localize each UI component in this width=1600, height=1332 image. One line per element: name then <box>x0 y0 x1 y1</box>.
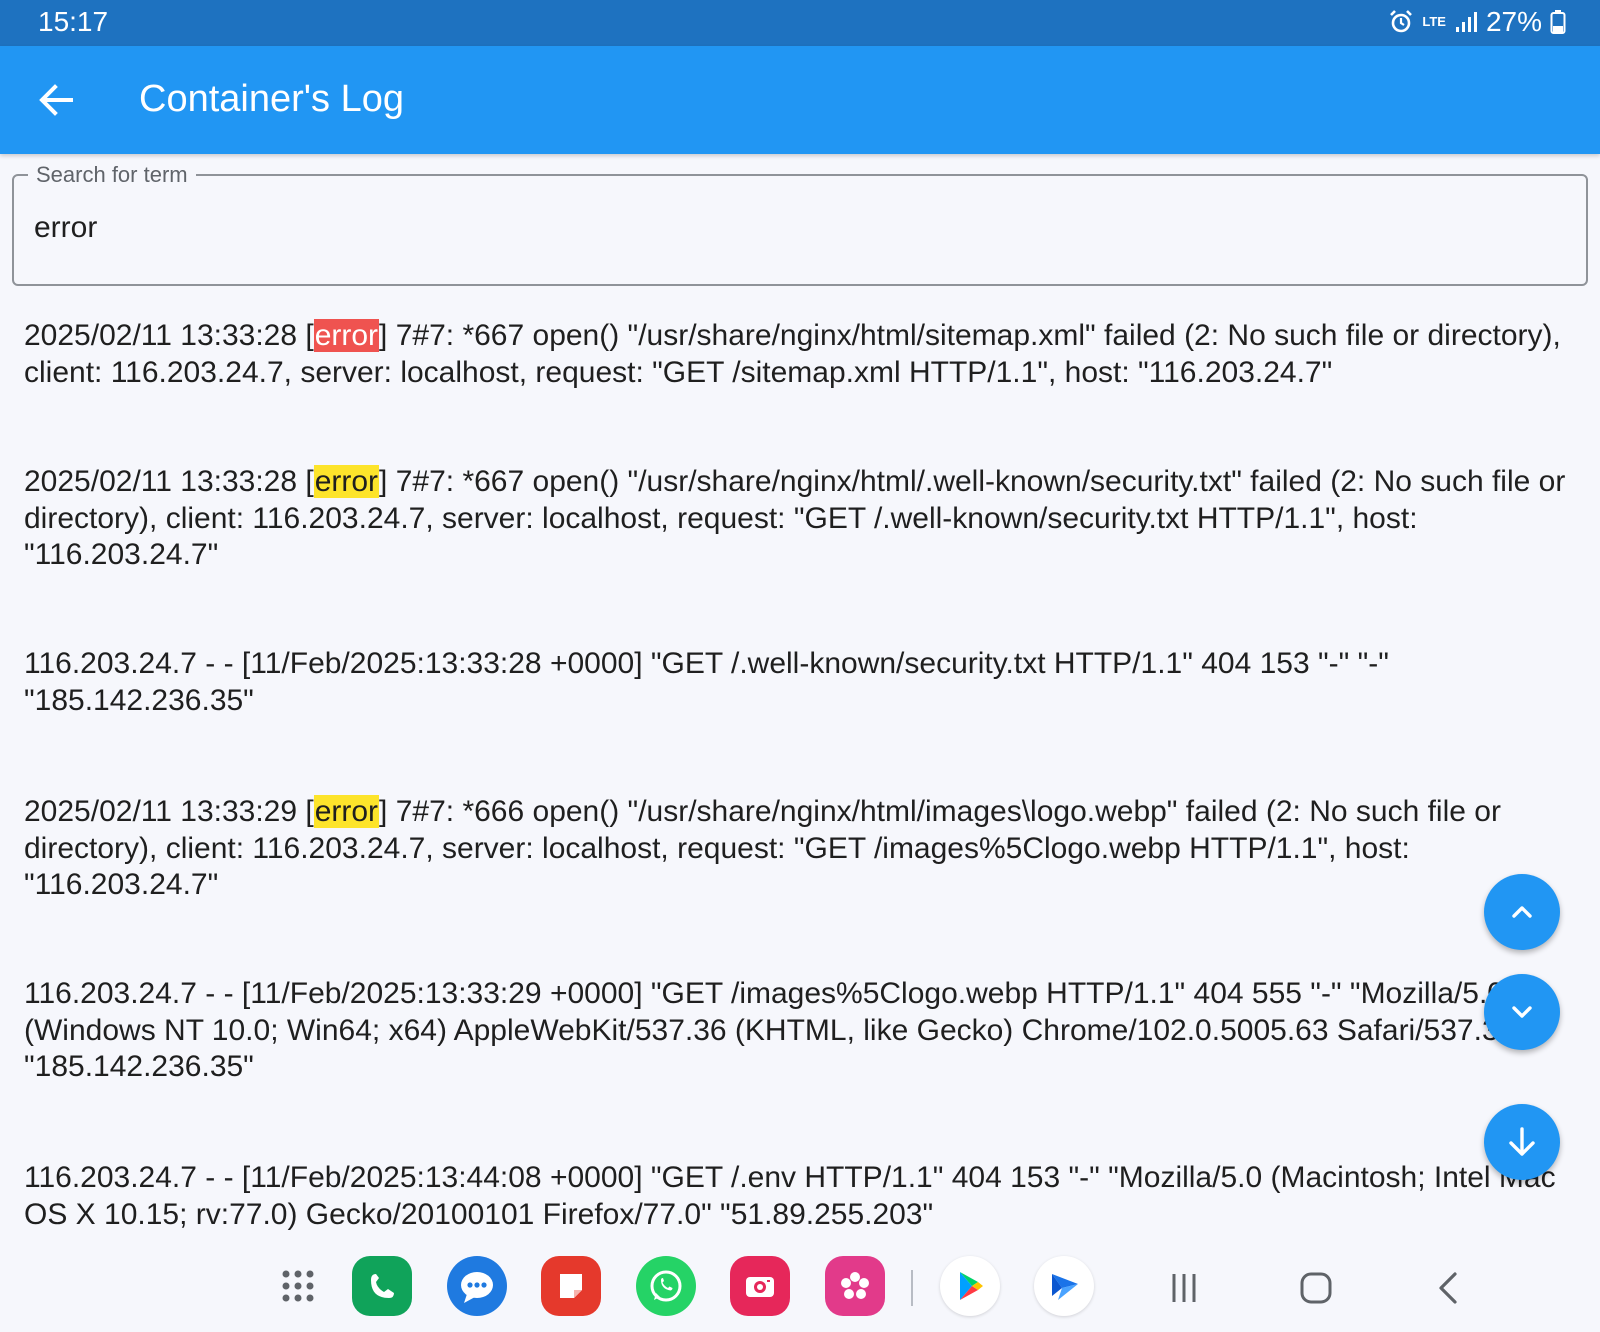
status-indicators: LTE 27% <box>1380 6 1566 38</box>
status-time: 15:17 <box>38 6 109 37</box>
battery-level: 27% <box>1485 6 1542 37</box>
next-match-button[interactable] <box>1484 974 1560 1050</box>
recents-icon <box>1172 1274 1196 1302</box>
scroll-to-bottom-button[interactable] <box>1484 1104 1560 1180</box>
log-entry: 2025/02/11 13:33:28 [error] 7#7: *667 op… <box>24 318 1576 391</box>
back-button[interactable] <box>30 74 82 126</box>
screen: 15:17 LTE 27% Container's Log Search for… <box>0 0 1600 1332</box>
chevron-down-icon <box>1512 1006 1532 1018</box>
search-label: Search for term <box>28 162 196 188</box>
taskbar-divider <box>911 1270 913 1306</box>
notes-app[interactable] <box>541 1256 601 1316</box>
play-store-app[interactable] <box>940 1256 1000 1316</box>
log-entry: 2025/02/11 13:33:29 [error] 7#7: *666 op… <box>24 794 1576 904</box>
back-nav-icon <box>1439 1272 1457 1304</box>
whatsapp-app-icon <box>650 1270 682 1302</box>
lte-icon: LTE <box>1422 14 1446 29</box>
log-list[interactable]: 2025/02/11 13:33:28 [error] 7#7: *667 op… <box>0 300 1600 1240</box>
gallery-app-icon <box>841 1272 869 1299</box>
gallery-app[interactable] <box>825 1256 885 1316</box>
log-entry: 116.203.24.7 - - [11/Feb/2025:13:44:08 +… <box>24 1160 1576 1233</box>
log-entry: 116.203.24.7 - - [11/Feb/2025:13:33:29 +… <box>24 976 1576 1086</box>
log-text: 116.203.24.7 - - [11/Feb/2025:13:44:08 +… <box>24 1161 1556 1231</box>
log-text: 116.203.24.7 - - [11/Feb/2025:13:33:29 +… <box>24 977 1526 1083</box>
chevron-up-icon <box>1512 906 1532 918</box>
search-highlight-current: error <box>313 319 380 352</box>
phone-app-icon <box>371 1274 394 1298</box>
camera-app[interactable] <box>730 1256 790 1316</box>
messages-app[interactable] <box>447 1256 507 1316</box>
app-bar: Container's Log <box>0 46 1600 154</box>
log-text: 2025/02/11 13:33:28 [ <box>24 319 314 352</box>
page-title: Container's Log <box>139 78 404 120</box>
battery-icon <box>1550 9 1566 35</box>
play-store-app-icon <box>960 1272 983 1300</box>
search-highlight: error <box>313 465 380 498</box>
home-icon <box>1300 1272 1332 1304</box>
apps-grid-icon <box>282 1270 314 1302</box>
back-nav-button[interactable] <box>1421 1260 1477 1316</box>
taskbar <box>0 1240 1600 1332</box>
camera-app-icon <box>746 1277 774 1297</box>
previous-match-button[interactable] <box>1484 874 1560 950</box>
apps-grid-button[interactable] <box>268 1256 328 1316</box>
recents-button[interactable] <box>1156 1260 1212 1316</box>
log-text: 116.203.24.7 - - [11/Feb/2025:13:33:28 +… <box>24 647 1389 717</box>
search-highlight: error <box>313 795 380 828</box>
log-entry: 2025/02/11 13:33:28 [error] 7#7: *667 op… <box>24 464 1576 574</box>
alarm-icon <box>1388 9 1414 35</box>
arrow-back-icon <box>39 84 73 116</box>
phone-app[interactable] <box>352 1256 412 1316</box>
log-text: 2025/02/11 13:33:29 [ <box>24 795 314 828</box>
whatsapp-app[interactable] <box>636 1256 696 1316</box>
arrow-down-icon <box>1509 1127 1535 1156</box>
messages-app-icon <box>461 1272 493 1303</box>
remote-app-icon <box>1052 1274 1078 1300</box>
signal-icon <box>1454 10 1478 34</box>
search-input[interactable] <box>34 206 1554 250</box>
notes-app-icon <box>560 1274 582 1298</box>
log-text: 2025/02/11 13:33:28 [ <box>24 465 314 498</box>
status-bar: 15:17 LTE 27% <box>0 0 1600 46</box>
search-field[interactable]: Search for term <box>12 162 1588 286</box>
remote-app[interactable] <box>1034 1256 1094 1316</box>
log-entry: 116.203.24.7 - - [11/Feb/2025:13:33:28 +… <box>24 646 1576 719</box>
home-button[interactable] <box>1288 1260 1344 1316</box>
network-label: LTE <box>1422 14 1446 29</box>
